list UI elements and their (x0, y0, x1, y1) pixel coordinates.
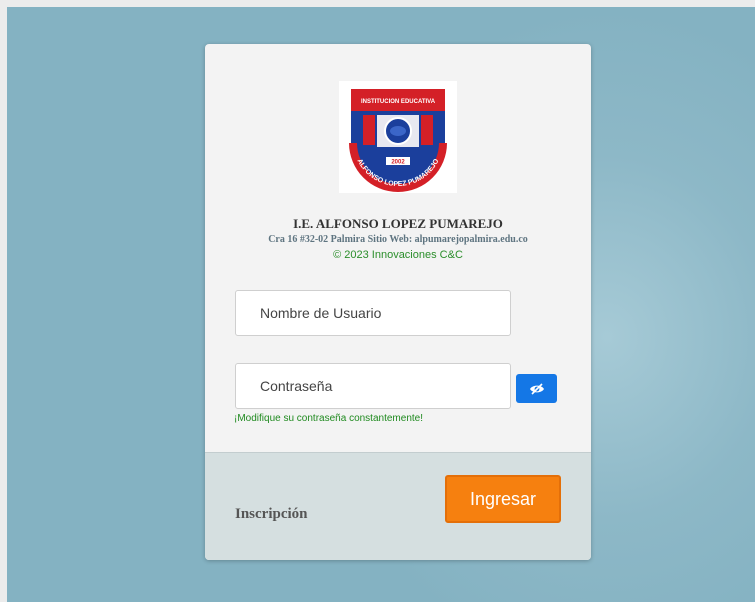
toggle-password-button[interactable] (516, 374, 557, 403)
username-input[interactable] (235, 290, 511, 336)
eye-slash-icon (529, 382, 544, 395)
signup-link[interactable]: Inscripción (235, 506, 308, 523)
password-hint: ¡Modifique su contraseña constantemente! (234, 413, 423, 424)
institution-logo: INSTITUCION EDUCATIVA 2002 ALFONSO LOPEZ… (339, 81, 457, 193)
logo-top-text: INSTITUCION EDUCATIVA (361, 99, 436, 105)
login-card: INSTITUCION EDUCATIVA 2002 ALFONSO LOPEZ… (205, 44, 591, 560)
institution-name: I.E. ALFONSO LOPEZ PUMAREJO (293, 216, 503, 231)
institution-address: Cra 16 #32-02 Palmira Sitio Web: alpumar… (268, 234, 528, 245)
copyright-text: © 2023 Innovaciones C&C (333, 249, 463, 261)
card-footer: Inscripción Ingresar (205, 452, 591, 560)
logo-year: 2002 (391, 160, 405, 166)
login-button[interactable]: Ingresar (445, 475, 561, 523)
password-input[interactable] (235, 363, 511, 409)
